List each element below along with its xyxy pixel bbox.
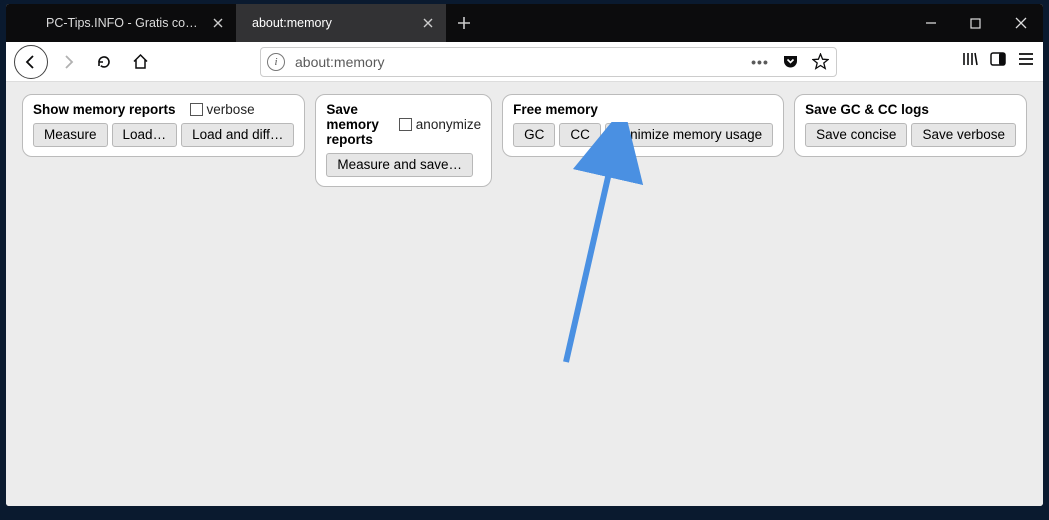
annotation-arrow-icon	[526, 122, 676, 382]
panel-show-memory-reports: Show memory reports verbose Measure Load…	[22, 94, 305, 157]
close-icon[interactable]	[210, 15, 226, 31]
menu-icon[interactable]	[1017, 50, 1035, 73]
back-button[interactable]	[14, 45, 48, 79]
pocket-icon[interactable]	[780, 53, 800, 70]
bookmark-icon[interactable]	[810, 53, 830, 70]
tab-inactive-label: PC-Tips.INFO - Gratis computer tips	[16, 16, 204, 30]
panel-title: Free memory	[513, 102, 598, 117]
panel-title: Save GC & CC logs	[805, 102, 929, 117]
cc-button[interactable]: CC	[559, 123, 601, 147]
anonymize-checkbox[interactable]: anonymize	[399, 117, 481, 132]
minimize-memory-button[interactable]: Minimize memory usage	[605, 123, 773, 147]
gc-button[interactable]: GC	[513, 123, 555, 147]
checkbox-label: anonymize	[416, 117, 481, 132]
panel-title: Show memory reports	[33, 102, 176, 117]
address-text: about:memory	[295, 54, 750, 70]
verbose-checkbox[interactable]: verbose	[190, 102, 255, 117]
save-verbose-button[interactable]: Save verbose	[911, 123, 1016, 147]
window-close-icon[interactable]	[998, 4, 1043, 42]
tab-inactive[interactable]: PC-Tips.INFO - Gratis computer tips	[6, 4, 236, 42]
save-concise-button[interactable]: Save concise	[805, 123, 907, 147]
checkbox-label: verbose	[207, 102, 255, 117]
address-bar[interactable]: i about:memory •••	[260, 47, 837, 77]
panel-title: Save memory reports	[326, 102, 384, 147]
minimize-icon[interactable]	[908, 4, 953, 42]
more-icon[interactable]: •••	[750, 54, 770, 70]
load-diff-button[interactable]: Load and diff…	[181, 123, 294, 147]
close-icon[interactable]	[420, 15, 436, 31]
panel-save-memory-reports: Save memory reports anonymize Measure an…	[315, 94, 492, 187]
measure-button[interactable]: Measure	[33, 123, 108, 147]
info-icon[interactable]: i	[267, 53, 285, 71]
panel-free-memory: Free memory GC CC Minimize memory usage	[502, 94, 784, 157]
reload-button[interactable]	[88, 46, 120, 78]
measure-and-save-button[interactable]: Measure and save…	[326, 153, 473, 177]
tab-active-label: about:memory	[246, 16, 414, 30]
home-button[interactable]	[124, 46, 156, 78]
maximize-icon[interactable]	[953, 4, 998, 42]
tab-active[interactable]: about:memory	[236, 4, 446, 42]
new-tab-button[interactable]	[446, 4, 482, 42]
library-icon[interactable]	[961, 50, 979, 73]
titlebar: PC-Tips.INFO - Gratis computer tips abou…	[6, 4, 1043, 42]
forward-button[interactable]	[52, 46, 84, 78]
sidebar-icon[interactable]	[989, 50, 1007, 73]
panel-save-gc-cc-logs: Save GC & CC logs Save concise Save verb…	[794, 94, 1027, 157]
load-button[interactable]: Load…	[112, 123, 178, 147]
page-content: Show memory reports verbose Measure Load…	[6, 82, 1043, 506]
nav-toolbar: i about:memory •••	[6, 42, 1043, 82]
